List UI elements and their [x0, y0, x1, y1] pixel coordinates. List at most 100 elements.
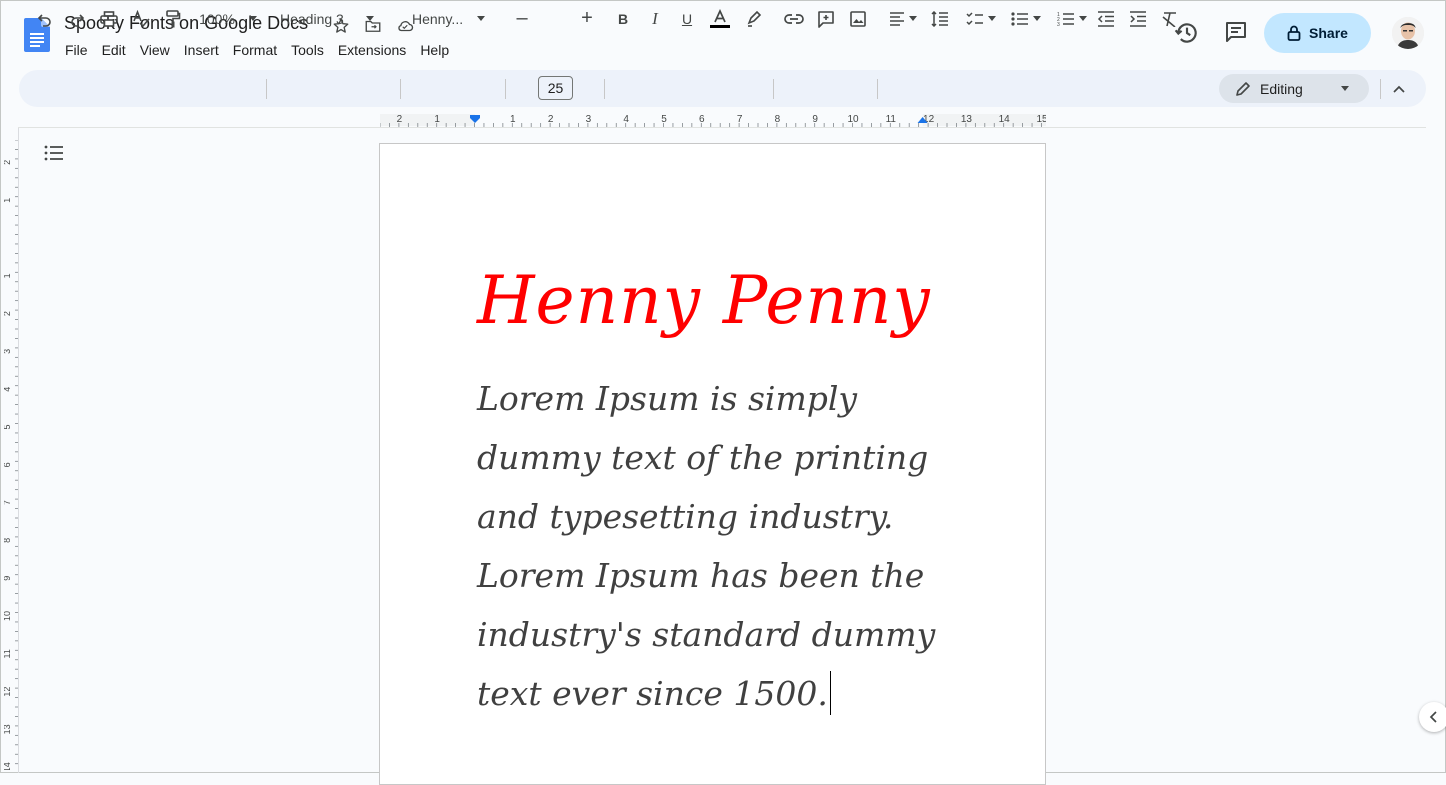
- ruler-label: 10: [4, 611, 12, 621]
- chevron-down-icon: [365, 16, 374, 21]
- italic-icon[interactable]: I: [644, 0, 666, 37]
- ruler-label: 2: [548, 114, 554, 125]
- text-cursor: [829, 671, 832, 715]
- align-icon[interactable]: [886, 0, 920, 37]
- menu-file[interactable]: File: [58, 40, 95, 60]
- heading-text[interactable]: Henny Penny: [477, 262, 931, 339]
- divider: [773, 79, 774, 99]
- chevron-down-icon: [988, 16, 996, 21]
- editing-mode-select[interactable]: Editing: [1219, 74, 1369, 103]
- ruler-label: 12: [923, 114, 935, 125]
- increase-indent-icon[interactable]: [1126, 0, 1150, 37]
- bulleted-list-icon[interactable]: [1006, 0, 1046, 37]
- redo-icon[interactable]: [66, 0, 88, 37]
- document-outline-icon[interactable]: [44, 144, 64, 162]
- paint-format-icon[interactable]: [162, 0, 184, 37]
- chevron-left-icon: [1429, 711, 1437, 723]
- share-label: Share: [1309, 25, 1348, 41]
- clear-formatting-icon[interactable]: [1158, 0, 1182, 37]
- print-icon[interactable]: [98, 0, 120, 37]
- decrease-indent-icon[interactable]: [1094, 0, 1118, 37]
- avatar[interactable]: [1392, 17, 1424, 49]
- ruler-label: 1: [4, 273, 12, 278]
- ruler-label: 3: [586, 114, 592, 125]
- checklist-icon[interactable]: [962, 0, 1000, 37]
- ruler-label: 9: [812, 114, 818, 125]
- share-button[interactable]: Share: [1264, 13, 1371, 53]
- ruler-label: 1: [434, 114, 440, 125]
- hide-menus-icon[interactable]: [1388, 70, 1410, 107]
- horizontal-ruler[interactable]: 2 1 1 2 3 4 5 6 7 8 9 10 11 12 13 14 15: [380, 112, 1046, 128]
- menu-format[interactable]: Format: [226, 40, 284, 60]
- divider: [505, 79, 506, 99]
- ruler-label: 8: [4, 538, 12, 543]
- menu-view[interactable]: View: [133, 40, 177, 60]
- ruler-label: 13: [961, 114, 973, 125]
- vertical-ruler[interactable]: 211234567891011121314: [4, 140, 18, 770]
- menu-edit[interactable]: Edit: [95, 40, 133, 60]
- underline-icon[interactable]: U: [676, 0, 698, 37]
- line-spacing-icon[interactable]: [928, 0, 952, 37]
- ruler-label: 7: [4, 500, 12, 505]
- ruler-label: 3: [4, 349, 12, 354]
- font-size-input[interactable]: 25: [538, 76, 573, 100]
- body-paragraph[interactable]: Lorem Ipsum is simply dummy text of the …: [477, 369, 967, 723]
- ruler-label: 6: [4, 462, 12, 467]
- document-page[interactable]: Henny Penny Lorem Ipsum is simply dummy …: [379, 143, 1046, 785]
- body-text: Lorem Ipsum is simply dummy text of the …: [477, 379, 936, 713]
- menu-bar: File Edit View Insert Format Tools Exten…: [58, 40, 456, 60]
- ruler-label: 11: [4, 649, 12, 658]
- insert-image-icon[interactable]: [846, 0, 870, 37]
- font-select[interactable]: Henny...: [412, 0, 498, 37]
- menu-insert[interactable]: Insert: [177, 40, 226, 60]
- ruler-edge: [18, 128, 19, 773]
- insert-link-icon[interactable]: [782, 0, 806, 37]
- ruler-label: 14: [4, 762, 12, 770]
- divider: [877, 79, 878, 99]
- ruler-right-margin: [922, 114, 1046, 126]
- side-panel-toggle[interactable]: [1419, 702, 1446, 732]
- ruler-divider: [18, 127, 1426, 128]
- text-color-icon[interactable]: [708, 0, 732, 37]
- chevron-down-icon: [477, 16, 486, 21]
- numbered-list-icon[interactable]: 123: [1052, 0, 1092, 37]
- zoom-select[interactable]: 100%: [192, 0, 264, 37]
- ruler-label: 7: [737, 114, 743, 125]
- divider: [266, 79, 267, 99]
- editing-mode-label: Editing: [1260, 80, 1303, 97]
- ruler-label: 15: [1036, 114, 1046, 125]
- bold-icon[interactable]: B: [612, 0, 634, 37]
- ruler-label: 2: [397, 114, 403, 125]
- decrease-font-size-icon[interactable]: –: [512, 0, 532, 37]
- font-value: Henny...: [412, 10, 464, 27]
- menu-extensions[interactable]: Extensions: [331, 40, 413, 60]
- ruler-label: 10: [847, 114, 859, 125]
- undo-icon[interactable]: [34, 0, 56, 37]
- style-select[interactable]: Heading 3: [280, 0, 392, 37]
- comments-icon[interactable]: [1224, 20, 1248, 44]
- menu-tools[interactable]: Tools: [284, 40, 331, 60]
- ruler-label: 1: [4, 198, 12, 203]
- highlight-color-icon[interactable]: [742, 0, 766, 37]
- menu-help[interactable]: Help: [413, 40, 456, 60]
- ruler-label: 4: [4, 387, 12, 392]
- ruler-label: 1: [510, 114, 516, 125]
- divider: [604, 79, 605, 99]
- chevron-down-icon: [1033, 16, 1041, 21]
- ruler-label: 11: [886, 114, 897, 125]
- ruler-label: 5: [661, 114, 667, 125]
- ruler-label: 2: [4, 311, 12, 316]
- chevron-down-icon: [909, 16, 917, 21]
- ruler-label: 12: [4, 687, 12, 697]
- ruler-label: 5: [4, 424, 12, 429]
- toolbar: [19, 70, 1426, 107]
- spellcheck-icon[interactable]: [130, 0, 152, 37]
- ruler-label: 4: [623, 114, 629, 125]
- ruler-label: 6: [699, 114, 705, 125]
- ruler-label: 9: [4, 576, 12, 581]
- pencil-icon: [1236, 81, 1250, 96]
- ruler-label: 13: [4, 724, 12, 734]
- chevron-down-icon: [248, 16, 257, 21]
- add-comment-icon[interactable]: [814, 0, 838, 37]
- increase-font-size-icon[interactable]: +: [577, 0, 597, 37]
